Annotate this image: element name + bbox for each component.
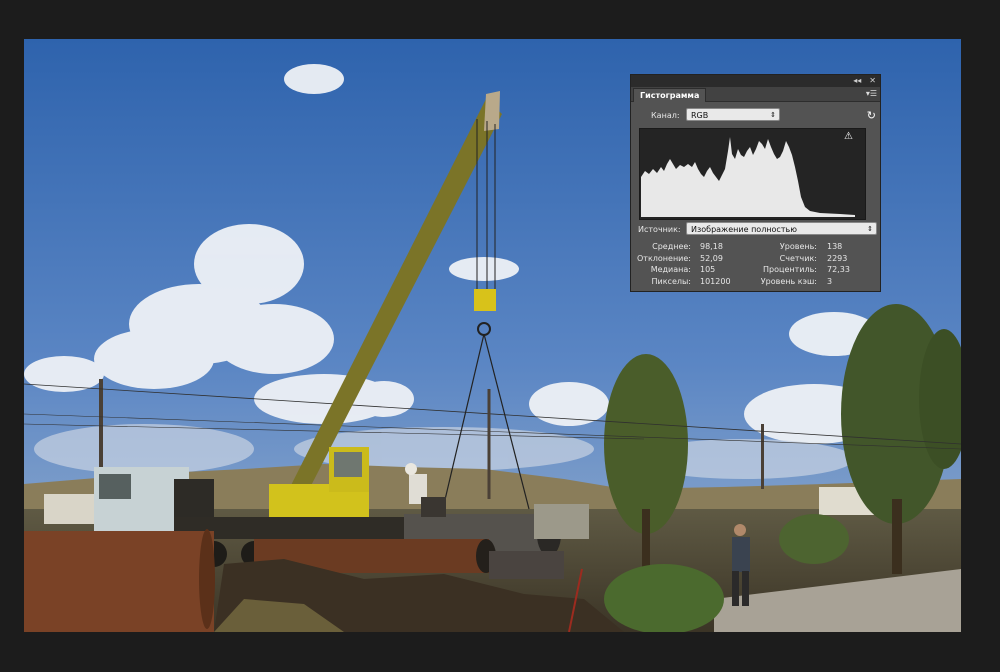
std-label: Отклонение: [637, 253, 691, 263]
source-select-value: Изображение полностью [691, 225, 797, 234]
level-label: Уровень: [779, 242, 817, 251]
histogram-panel[interactable]: ◂◂ ✕ Гистограмма ▾☰ Канал: RGB ⇕ ↻ ⚠ Ист… [630, 74, 881, 292]
panel-titlebar[interactable]: ◂◂ ✕ [631, 75, 880, 87]
refresh-icon[interactable]: ↻ [867, 109, 876, 122]
level-value: 138 [827, 242, 843, 251]
std-value: 52,09 [700, 253, 723, 263]
histogram-fill [641, 137, 855, 217]
cache-warning-icon[interactable]: ⚠ [844, 131, 853, 142]
updown-arrow-icon: ⇕ [770, 111, 776, 119]
panel-menu-icon[interactable]: ▾☰ [866, 88, 877, 100]
count-value: 2293 [827, 253, 848, 263]
percentile-value: 72,33 [827, 265, 850, 274]
channel-label: Канал: [651, 111, 680, 120]
collapse-panel-icon[interactable]: ◂◂ [853, 75, 861, 87]
close-panel-icon[interactable]: ✕ [869, 75, 876, 87]
pixels-label: Пикселы: [651, 276, 692, 286]
stats-right-labels: Уровень: Счетчик: Процентиль: Уровень кэ… [741, 241, 817, 287]
channel-select-value: RGB [691, 111, 709, 120]
histogram-graph [641, 137, 855, 217]
histogram-display [639, 128, 866, 220]
stats-right-values: 138 2293 72,33 3 [827, 241, 850, 287]
stats-left-labels: Среднее: Отклонение: Медиана: Пикселы: [631, 241, 691, 287]
pixels-value: 101200 [700, 276, 731, 286]
cache-level-value: 3 [827, 276, 833, 286]
updown-arrow-icon: ⇕ [867, 225, 873, 233]
channel-select[interactable]: RGB ⇕ [686, 108, 780, 121]
median-value: 105 [700, 265, 716, 274]
cache-level-label: Уровень кэш: [760, 276, 817, 286]
mean-label: Среднее: [652, 242, 691, 251]
panel-tab-row: Гистограмма ▾☰ [631, 87, 880, 102]
median-label: Медиана: [650, 265, 691, 274]
stats-left-values: 98,18 52,09 105 101200 [700, 241, 731, 287]
source-label: Источник: [638, 225, 681, 234]
mean-value: 98,18 [700, 242, 723, 251]
percentile-label: Процентиль: [763, 265, 817, 274]
source-select[interactable]: Изображение полностью ⇕ [686, 222, 877, 235]
tab-histogram[interactable]: Гистограмма [633, 88, 707, 102]
count-label: Счетчик: [779, 253, 817, 263]
